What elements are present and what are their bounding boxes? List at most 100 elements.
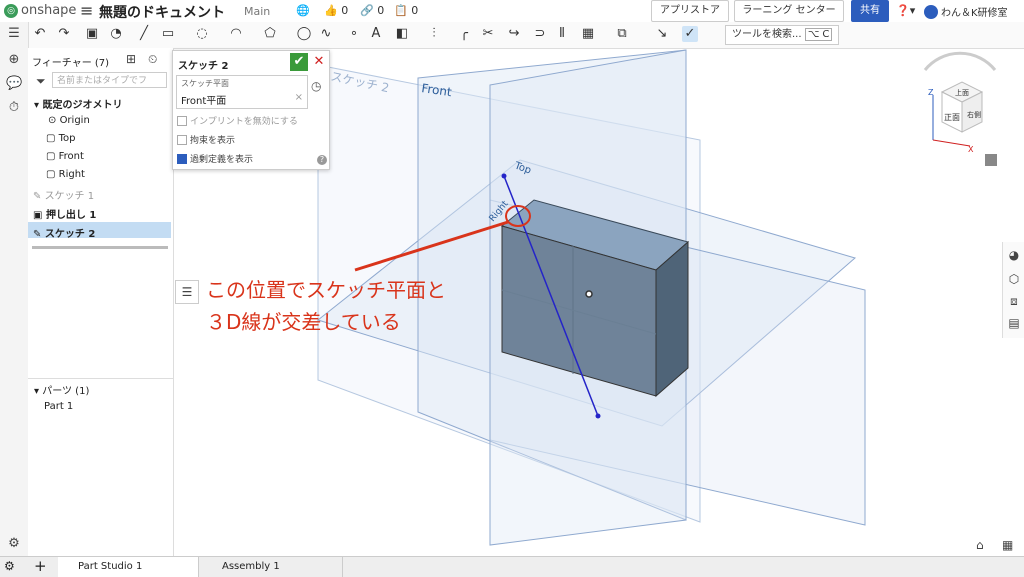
globe-icon[interactable]: 🌐 <box>296 4 310 17</box>
help-icon[interactable]: ❓▾ <box>896 4 915 17</box>
svg-text:上面: 上面 <box>955 88 969 97</box>
onshape-logo[interactable]: ◎ onshape <box>4 3 76 18</box>
transform-icon[interactable]: ⧉ <box>614 26 630 42</box>
add-tab-button[interactable]: + <box>34 557 47 575</box>
tab-part-studio[interactable]: Part Studio 1 <box>58 557 199 577</box>
sketch-plane-label: スケッチ平面 <box>181 79 229 88</box>
comments-icon[interactable]: 💬 <box>6 76 22 92</box>
rollback-timer-icon[interactable]: ⏲ <box>148 52 157 67</box>
tree-origin[interactable]: ⊙ Origin <box>48 115 90 126</box>
show-constraints-option[interactable]: 拘束を表示 <box>177 133 235 146</box>
copy-icon[interactable]: 📋 0 <box>394 4 418 17</box>
sketch-dialog: スケッチ 2 ✔ ✕ スケッチ平面 Front平面 × ◷ インプリントを無効に… <box>172 50 330 170</box>
cube-icon[interactable]: ⬡ <box>1006 272 1022 288</box>
tree-right-plane[interactable]: ▢ Right <box>46 169 85 180</box>
ellipse-icon[interactable]: ◯ <box>296 26 312 42</box>
arc-icon[interactable]: ◠ <box>228 26 244 42</box>
tree-top-plane[interactable]: ▢ Top <box>46 133 76 144</box>
part-item[interactable]: Part 1 <box>44 401 73 412</box>
add-folder-icon[interactable]: ⊞ <box>126 52 136 66</box>
parts-header[interactable]: ▾ パーツ (1) <box>34 382 89 397</box>
dimension-icon[interactable]: ◔ <box>108 26 124 42</box>
appearance-icon[interactable]: ◕ <box>1006 248 1022 264</box>
point-icon[interactable]: ∘ <box>346 26 362 42</box>
parts-icon[interactable]: ⧈ <box>1006 294 1022 310</box>
tree-sketch2[interactable]: ✎ スケッチ 2 <box>33 225 95 240</box>
origin-marker <box>585 290 593 298</box>
line-icon[interactable]: ╱ <box>136 26 152 42</box>
tree-default-geometry[interactable]: ▾ 既定のジオメトリ <box>34 96 123 111</box>
learning-center-button[interactable]: ラーニング センター <box>734 0 844 22</box>
variables-icon[interactable]: ⊕ <box>6 52 22 68</box>
extend-icon[interactable]: ↪ <box>506 26 522 42</box>
link-icon[interactable]: 🔗 0 <box>360 4 384 17</box>
annotation-line1: この位置でスケッチ平面と <box>206 278 446 302</box>
view-cube[interactable]: 上面 正面 右側 Z X <box>923 51 997 154</box>
sketch-plane-value: Front平面 <box>181 96 227 107</box>
branch-label: Main <box>244 5 271 18</box>
rollback-bar[interactable] <box>32 246 168 249</box>
spline-icon[interactable]: ∿ <box>318 26 334 42</box>
mirror-icon[interactable]: ⫴ <box>554 26 570 42</box>
intersection-icon[interactable]: ✓ <box>682 26 698 42</box>
svg-text:X: X <box>968 145 974 154</box>
menu-icon[interactable]: ≡ <box>80 1 93 20</box>
view-mode-icon[interactable] <box>985 154 997 166</box>
disable-imprint-option[interactable]: インプリントを無効にする <box>177 114 298 127</box>
tree-sketch1[interactable]: ✎ スケッチ 1 <box>33 187 94 202</box>
feature-list-icon[interactable]: ☰ <box>6 26 22 42</box>
use-icon[interactable]: ◧ <box>394 26 410 42</box>
cancel-button[interactable]: ✕ <box>312 53 326 71</box>
split-icon[interactable]: ⊃ <box>532 26 548 42</box>
tree-front-plane[interactable]: ▢ Front <box>46 151 84 162</box>
show-overdefined-option[interactable]: 過剰定義を表示 <box>177 152 253 165</box>
version-icon[interactable]: ⚙ <box>4 559 15 573</box>
clear-icon[interactable]: × <box>295 92 303 103</box>
trim-icon[interactable]: ✂ <box>480 26 496 42</box>
circle-icon[interactable]: ◌ <box>194 26 210 42</box>
parts-panel <box>28 378 173 379</box>
rectangle-icon[interactable]: ▭ <box>160 26 176 42</box>
grid-icon[interactable]: ▦ <box>1002 538 1013 552</box>
filter-icon[interactable]: ⏷ <box>36 74 46 89</box>
construction-icon[interactable]: ↘ <box>654 26 670 42</box>
feature-list-title: フィーチャー (7) <box>32 58 110 69</box>
help-icon[interactable]: ? <box>317 155 327 165</box>
undo-icon[interactable]: ↶ <box>32 26 48 42</box>
top-bar: ◎ onshape ≡ 無題のドキュメント Main 🌐 👍 0 🔗 0 📋 0 … <box>0 0 1024 23</box>
polygon-icon[interactable]: ⬠ <box>262 26 278 42</box>
like-icon[interactable]: 👍 0 <box>324 4 348 17</box>
redo-icon[interactable]: ↷ <box>56 26 72 42</box>
toolbar: ↶ ↷ ▣ ◔ ╱ ▭ ◌ ◠ ⬠ ◯ ∿ ∘ A ◧ ⫶ ╭ ✂ ↪ ⊃ ⫴ … <box>28 22 1024 49</box>
variable-table-icon[interactable]: ▤ <box>1006 316 1022 332</box>
svg-text:右側: 右側 <box>967 110 981 119</box>
appstore-button[interactable]: アプリストア <box>651 0 729 22</box>
graphics-icon[interactable]: ⚙ <box>6 536 22 552</box>
document-title[interactable]: 無題のドキュメント <box>99 2 225 22</box>
text-icon[interactable]: A <box>368 26 384 42</box>
annotation-line2: ３D線が交差している <box>206 310 401 334</box>
left-rail: ☰ ⊕ 💬 ⏱ ⚙ <box>0 22 29 556</box>
accept-button[interactable]: ✔ <box>290 53 308 71</box>
sketch-list-icon[interactable]: ☰ <box>175 280 199 304</box>
history-clock-icon[interactable]: ◷ <box>311 79 321 93</box>
right-panel: ◕ ⬡ ⧈ ▤ <box>1002 242 1024 338</box>
dialog-title: スケッチ 2 <box>178 61 229 72</box>
user-menu[interactable]: わん＆K研修室 <box>924 4 1008 19</box>
history-icon[interactable]: ⏱ <box>6 100 22 116</box>
sketch-icon[interactable]: ▣ <box>84 26 100 42</box>
measure-icon[interactable]: ⌂ <box>976 538 984 552</box>
fillet-icon[interactable]: ╭ <box>456 26 472 42</box>
tool-search-button[interactable]: ツールを検索... ⌥ C <box>725 25 840 45</box>
feature-filter-input[interactable]: 名前またはタイプでフ <box>52 72 167 88</box>
share-button[interactable]: 共有 <box>851 0 889 22</box>
tree-extrude1[interactable]: ▣ 押し出し 1 <box>33 206 96 221</box>
bottom-tab-bar: ⚙ + Part Studio 1 Assembly 1 <box>0 556 1024 577</box>
svg-text:正面: 正面 <box>944 113 960 122</box>
sketch-plane-field[interactable]: スケッチ平面 Front平面 × <box>176 75 308 109</box>
pattern-icon[interactable]: ▦ <box>580 26 596 42</box>
svg-text:Z: Z <box>928 88 934 97</box>
offset-icon[interactable]: ⫶ <box>426 26 442 42</box>
avatar <box>924 4 938 19</box>
tab-assembly[interactable]: Assembly 1 <box>202 557 343 577</box>
